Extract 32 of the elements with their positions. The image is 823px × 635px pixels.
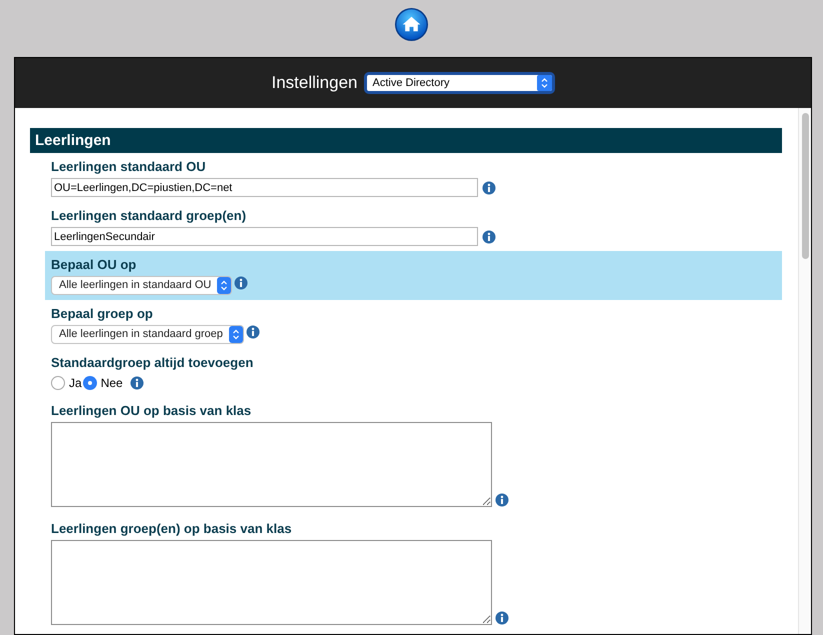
info-icon[interactable] — [482, 180, 496, 194]
home-icon[interactable] — [394, 7, 429, 42]
info-icon[interactable] — [482, 230, 496, 244]
field-label: Bepaal groep op — [51, 305, 154, 322]
dropdown[interactable]: Alle leerlingen in standaard OU — [51, 276, 232, 295]
dropdown[interactable]: Alle leerlingen in standaard groep — [51, 325, 244, 344]
field-label: Leerlingen standaard groep(en) — [51, 207, 248, 224]
text-field[interactable]: OU=Leerlingen,DC=piustien,DC=net — [51, 178, 478, 197]
scrollbar-thumb[interactable] — [802, 113, 808, 259]
page-title: Instellingen — [271, 72, 358, 94]
radio-label: Nee — [100, 375, 123, 392]
text-area[interactable] — [51, 422, 492, 507]
select-arrows-icon — [536, 75, 552, 91]
field-label: Leerlingen standaard OU — [51, 158, 207, 175]
info-icon[interactable] — [130, 376, 144, 390]
info-icon[interactable] — [495, 493, 509, 507]
info-icon[interactable] — [495, 611, 509, 625]
settings-select[interactable]: Active Directory — [364, 72, 554, 94]
section-header: Leerlingen — [30, 128, 782, 153]
text-field[interactable]: LeerlingenSecundair — [51, 227, 478, 246]
field-label: Bepaal OU op — [51, 256, 138, 273]
radio-button[interactable] — [82, 376, 97, 390]
text-area[interactable] — [51, 540, 492, 625]
field-label: Leerlingen groep(en) op basis van klas — [51, 520, 293, 537]
field-label: Standaardgroep altijd toevoegen — [51, 354, 254, 371]
radio-button[interactable] — [51, 376, 65, 390]
select-arrows-icon — [217, 277, 232, 294]
info-icon[interactable] — [234, 276, 248, 290]
radio-label: Ja — [69, 375, 82, 392]
select-arrows-icon — [228, 326, 243, 343]
info-icon[interactable] — [246, 325, 260, 339]
field-label: Leerlingen OU op basis van klas — [51, 402, 252, 419]
